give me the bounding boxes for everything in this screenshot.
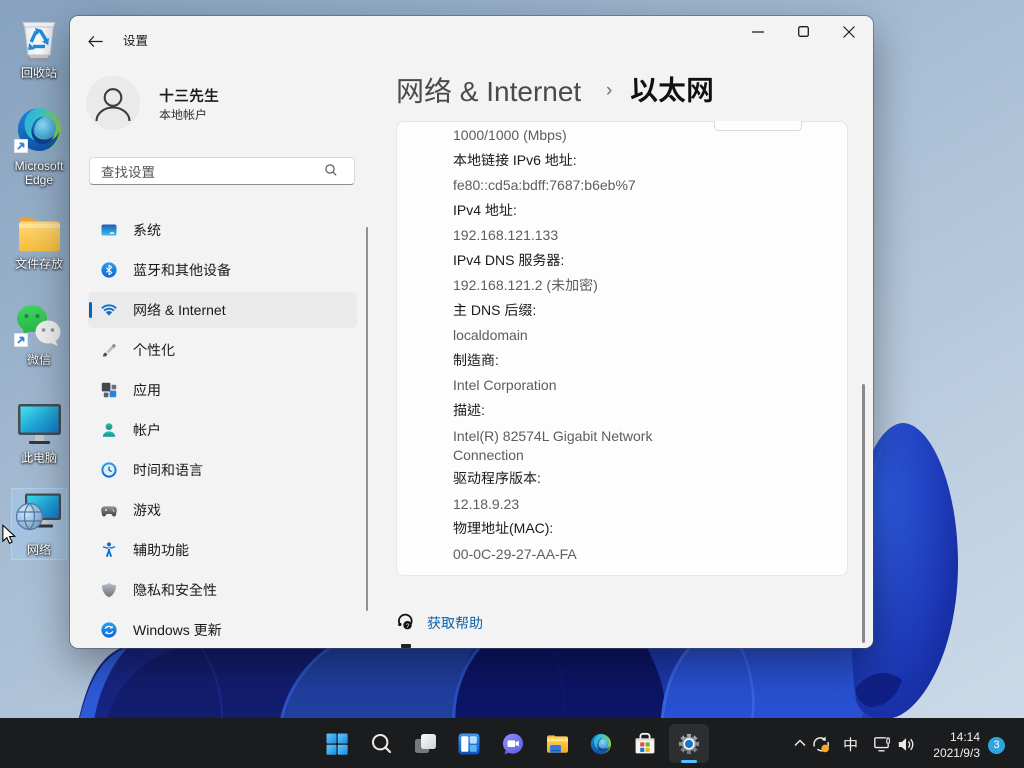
svg-text:?: ? xyxy=(406,623,410,630)
